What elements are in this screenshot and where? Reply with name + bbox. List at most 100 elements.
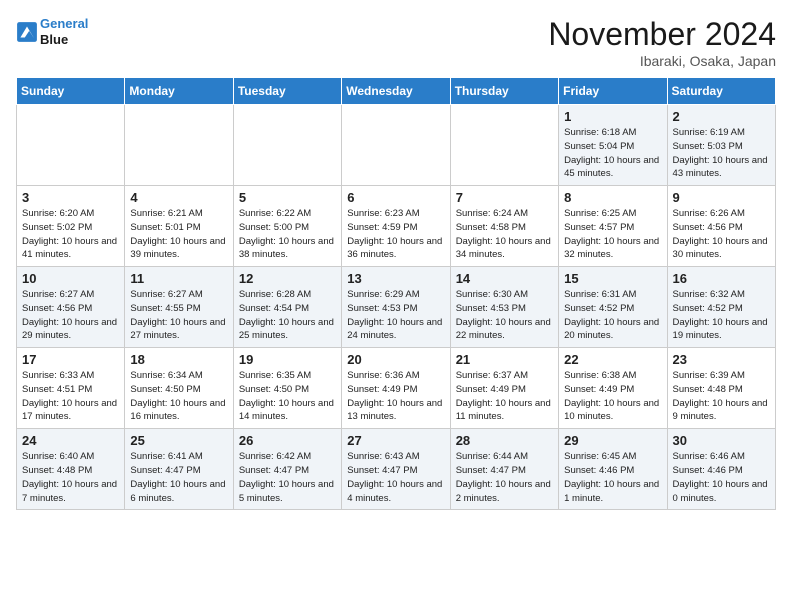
calendar-body: 1 Sunrise: 6:18 AM Sunset: 5:04 PM Daylig…	[17, 105, 776, 510]
day-info: Sunrise: 6:19 AM Sunset: 5:03 PM Dayligh…	[673, 126, 770, 181]
day-info: Sunrise: 6:18 AM Sunset: 5:04 PM Dayligh…	[564, 126, 661, 181]
weekday-header: Tuesday	[233, 78, 341, 105]
calendar-header-row: SundayMondayTuesdayWednesdayThursdayFrid…	[17, 78, 776, 105]
day-number: 29	[564, 433, 661, 448]
weekday-header: Monday	[125, 78, 233, 105]
day-info: Sunrise: 6:25 AM Sunset: 4:57 PM Dayligh…	[564, 207, 661, 262]
calendar-cell	[125, 105, 233, 186]
logo-text: General Blue	[40, 16, 88, 47]
calendar-cell: 19Sunrise: 6:35 AM Sunset: 4:50 PM Dayli…	[233, 348, 341, 429]
day-number: 27	[347, 433, 444, 448]
page-header: General Blue November 2024 Ibaraki, Osak…	[16, 16, 776, 69]
day-number: 8	[564, 190, 661, 205]
day-number: 7	[456, 190, 553, 205]
calendar-cell	[450, 105, 558, 186]
day-info: Sunrise: 6:38 AM Sunset: 4:49 PM Dayligh…	[564, 369, 661, 424]
calendar-cell: 8 Sunrise: 6:25 AM Sunset: 4:57 PM Daylig…	[559, 186, 667, 267]
calendar-cell: 5Sunrise: 6:22 AM Sunset: 5:00 PM Daylig…	[233, 186, 341, 267]
day-number: 11	[130, 271, 227, 286]
day-info: Sunrise: 6:32 AM Sunset: 4:52 PM Dayligh…	[673, 288, 770, 343]
day-number: 10	[22, 271, 119, 286]
day-number: 4	[130, 190, 227, 205]
calendar-cell: 6 Sunrise: 6:23 AM Sunset: 4:59 PM Daylig…	[342, 186, 450, 267]
calendar-week-row: 17 Sunrise: 6:33 AM Sunset: 4:51 PM Dayli…	[17, 348, 776, 429]
weekday-header: Friday	[559, 78, 667, 105]
day-info: Sunrise: 6:45 AM Sunset: 4:46 PM Dayligh…	[564, 450, 661, 505]
calendar-cell: 18Sunrise: 6:34 AM Sunset: 4:50 PM Dayli…	[125, 348, 233, 429]
calendar-cell: 25 Sunrise: 6:41 AM Sunset: 4:47 PM Dayli…	[125, 429, 233, 510]
calendar-week-row: 10 Sunrise: 6:27 AM Sunset: 4:56 PM Dayli…	[17, 267, 776, 348]
day-number: 2	[673, 109, 770, 124]
day-number: 25	[130, 433, 227, 448]
day-info: Sunrise: 6:27 AM Sunset: 4:55 PM Dayligh…	[130, 288, 227, 343]
day-number: 23	[673, 352, 770, 367]
day-info: Sunrise: 6:33 AM Sunset: 4:51 PM Dayligh…	[22, 369, 119, 424]
day-number: 13	[347, 271, 444, 286]
day-info: Sunrise: 6:29 AM Sunset: 4:53 PM Dayligh…	[347, 288, 444, 343]
calendar-cell: 3 Sunrise: 6:20 AM Sunset: 5:02 PM Daylig…	[17, 186, 125, 267]
month-title: November 2024	[548, 16, 776, 53]
day-info: Sunrise: 6:37 AM Sunset: 4:49 PM Dayligh…	[456, 369, 553, 424]
calendar-cell: 9Sunrise: 6:26 AM Sunset: 4:56 PM Daylig…	[667, 186, 775, 267]
day-number: 19	[239, 352, 336, 367]
day-number: 28	[456, 433, 553, 448]
calendar-cell: 28Sunrise: 6:44 AM Sunset: 4:47 PM Dayli…	[450, 429, 558, 510]
calendar-cell: 30Sunrise: 6:46 AM Sunset: 4:46 PM Dayli…	[667, 429, 775, 510]
calendar-cell: 11 Sunrise: 6:27 AM Sunset: 4:55 PM Dayli…	[125, 267, 233, 348]
calendar-cell: 15 Sunrise: 6:31 AM Sunset: 4:52 PM Dayli…	[559, 267, 667, 348]
calendar-cell: 2 Sunrise: 6:19 AM Sunset: 5:03 PM Daylig…	[667, 105, 775, 186]
day-info: Sunrise: 6:40 AM Sunset: 4:48 PM Dayligh…	[22, 450, 119, 505]
calendar-cell: 4Sunrise: 6:21 AM Sunset: 5:01 PM Daylig…	[125, 186, 233, 267]
title-block: November 2024 Ibaraki, Osaka, Japan	[548, 16, 776, 69]
calendar-cell: 26 Sunrise: 6:42 AM Sunset: 4:47 PM Dayli…	[233, 429, 341, 510]
calendar-cell: 1 Sunrise: 6:18 AM Sunset: 5:04 PM Daylig…	[559, 105, 667, 186]
calendar-cell: 20Sunrise: 6:36 AM Sunset: 4:49 PM Dayli…	[342, 348, 450, 429]
day-number: 9	[673, 190, 770, 205]
calendar-cell: 14 Sunrise: 6:30 AM Sunset: 4:53 PM Dayli…	[450, 267, 558, 348]
calendar-cell: 22 Sunrise: 6:38 AM Sunset: 4:49 PM Dayli…	[559, 348, 667, 429]
weekday-header: Thursday	[450, 78, 558, 105]
day-info: Sunrise: 6:43 AM Sunset: 4:47 PM Dayligh…	[347, 450, 444, 505]
calendar-cell	[342, 105, 450, 186]
calendar-week-row: 1 Sunrise: 6:18 AM Sunset: 5:04 PM Daylig…	[17, 105, 776, 186]
day-number: 26	[239, 433, 336, 448]
day-info: Sunrise: 6:41 AM Sunset: 4:47 PM Dayligh…	[130, 450, 227, 505]
day-info: Sunrise: 6:34 AM Sunset: 4:50 PM Dayligh…	[130, 369, 227, 424]
calendar-cell: 13 Sunrise: 6:29 AM Sunset: 4:53 PM Dayli…	[342, 267, 450, 348]
day-info: Sunrise: 6:23 AM Sunset: 4:59 PM Dayligh…	[347, 207, 444, 262]
day-info: Sunrise: 6:39 AM Sunset: 4:48 PM Dayligh…	[673, 369, 770, 424]
calendar-cell	[17, 105, 125, 186]
weekday-header: Sunday	[17, 78, 125, 105]
calendar-cell: 21 Sunrise: 6:37 AM Sunset: 4:49 PM Dayli…	[450, 348, 558, 429]
day-info: Sunrise: 6:31 AM Sunset: 4:52 PM Dayligh…	[564, 288, 661, 343]
day-info: Sunrise: 6:22 AM Sunset: 5:00 PM Dayligh…	[239, 207, 336, 262]
calendar-cell: 10 Sunrise: 6:27 AM Sunset: 4:56 PM Dayli…	[17, 267, 125, 348]
day-number: 21	[456, 352, 553, 367]
day-info: Sunrise: 6:20 AM Sunset: 5:02 PM Dayligh…	[22, 207, 119, 262]
day-info: Sunrise: 6:42 AM Sunset: 4:47 PM Dayligh…	[239, 450, 336, 505]
day-number: 12	[239, 271, 336, 286]
day-info: Sunrise: 6:46 AM Sunset: 4:46 PM Dayligh…	[673, 450, 770, 505]
calendar-cell: 16 Sunrise: 6:32 AM Sunset: 4:52 PM Dayli…	[667, 267, 775, 348]
day-number: 20	[347, 352, 444, 367]
calendar-table: SundayMondayTuesdayWednesdayThursdayFrid…	[16, 77, 776, 510]
calendar-week-row: 24Sunrise: 6:40 AM Sunset: 4:48 PM Dayli…	[17, 429, 776, 510]
calendar-week-row: 3 Sunrise: 6:20 AM Sunset: 5:02 PM Daylig…	[17, 186, 776, 267]
weekday-header: Saturday	[667, 78, 775, 105]
day-info: Sunrise: 6:30 AM Sunset: 4:53 PM Dayligh…	[456, 288, 553, 343]
day-number: 14	[456, 271, 553, 286]
logo: General Blue	[16, 16, 88, 47]
day-number: 17	[22, 352, 119, 367]
calendar-cell	[233, 105, 341, 186]
day-number: 22	[564, 352, 661, 367]
calendar-cell: 23 Sunrise: 6:39 AM Sunset: 4:48 PM Dayli…	[667, 348, 775, 429]
day-number: 16	[673, 271, 770, 286]
day-number: 1	[564, 109, 661, 124]
day-info: Sunrise: 6:28 AM Sunset: 4:54 PM Dayligh…	[239, 288, 336, 343]
logo-icon	[16, 21, 38, 43]
calendar-cell: 7Sunrise: 6:24 AM Sunset: 4:58 PM Daylig…	[450, 186, 558, 267]
day-number: 3	[22, 190, 119, 205]
day-info: Sunrise: 6:27 AM Sunset: 4:56 PM Dayligh…	[22, 288, 119, 343]
day-number: 15	[564, 271, 661, 286]
day-number: 6	[347, 190, 444, 205]
